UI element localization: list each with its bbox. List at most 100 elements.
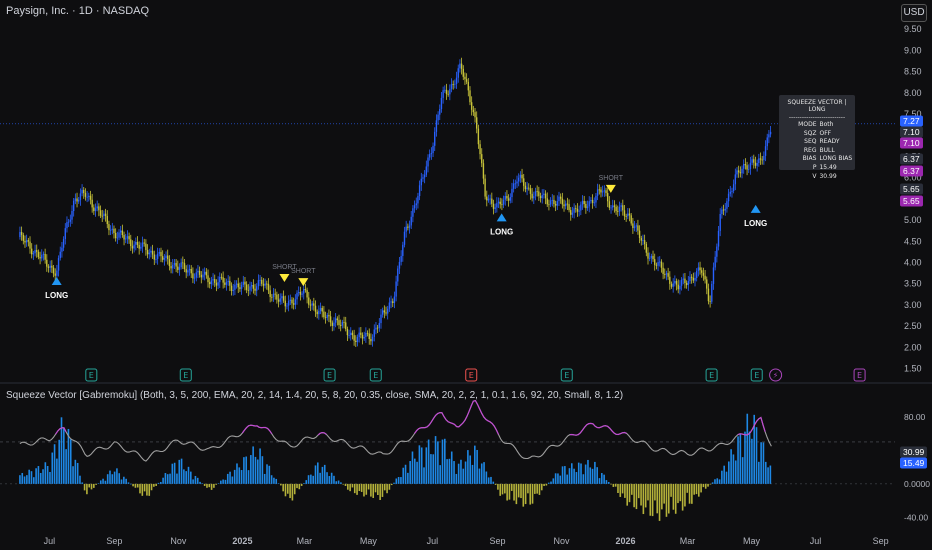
price-candle [67, 221, 70, 223]
osc-histogram-bar [702, 483, 705, 488]
price-candle [534, 191, 537, 197]
osc-histogram-bar [564, 466, 566, 484]
osc-histogram-bar [196, 477, 199, 484]
osc-histogram-bar [141, 483, 144, 496]
osc-histogram-bar [220, 480, 222, 484]
price-candle [261, 279, 263, 284]
price-candle [390, 301, 392, 303]
chart-canvas[interactable]: LONGSHORTSHORTLONGSHORTLONG E E E E E E E E ⚡ E 8… [0, 0, 932, 550]
price-candle [210, 280, 213, 285]
price-candle [734, 174, 737, 185]
price-axis-tick: 2.00 [904, 342, 922, 352]
osc-histogram-bar [570, 463, 573, 484]
osc-histogram-bar [584, 464, 587, 484]
indicator-title[interactable]: Squeeze Vector [Gabremoku] (Both, 3, 5, … [6, 390, 623, 401]
osc-histogram-bar [559, 475, 562, 484]
price-candle [398, 261, 401, 269]
osc-histogram-bar [561, 466, 564, 484]
price-candle [113, 228, 115, 233]
price-candle [417, 196, 419, 204]
price-candle [460, 63, 463, 69]
price-candle [768, 134, 770, 138]
event-marker[interactable]: E [853, 368, 866, 382]
osc-histogram-bar [714, 479, 716, 484]
price-candle [699, 267, 701, 271]
osc-histogram-bar [203, 483, 206, 486]
osc-histogram-bar [162, 477, 164, 484]
price-candle [551, 199, 553, 201]
osc-line-hot-segment [414, 399, 500, 435]
event-marker[interactable]: E [560, 368, 573, 382]
osc-histogram-bar [312, 475, 314, 484]
price-candle [679, 285, 681, 290]
price-label: 7.10 [900, 126, 923, 138]
osc-histogram-bar [201, 483, 204, 485]
price-candle [531, 193, 533, 199]
price-candle [499, 201, 501, 205]
price-candle [131, 246, 134, 249]
event-glyph: E [709, 371, 714, 380]
price-candle [375, 327, 377, 330]
price-candle [420, 178, 422, 186]
event-glyph: E [564, 371, 569, 380]
osc-line-hot-segment [241, 424, 273, 435]
osc-histogram-bar [617, 483, 619, 493]
price-candle [437, 114, 439, 121]
osc-histogram-bar [39, 472, 42, 484]
price-candle [704, 275, 706, 280]
price-candle [94, 208, 97, 212]
long-signal-label: LONG [490, 227, 513, 236]
price-candle [187, 270, 189, 273]
price-candle [32, 253, 35, 255]
osc-histogram-bar [28, 469, 30, 484]
osc-histogram-bar [510, 483, 513, 491]
symbol-title[interactable]: Paysign, Inc. · 1D · NASDAQ [6, 5, 149, 17]
event-marker[interactable]: E [323, 368, 336, 382]
event-marker[interactable]: ⚡ [769, 368, 783, 382]
osc-histogram-bar [360, 483, 363, 492]
price-candle [674, 281, 676, 284]
osc-histogram-bar [53, 444, 56, 484]
price-label-text: 7.10 [903, 138, 920, 148]
osc-histogram-bar [146, 483, 148, 496]
price-candle [215, 282, 218, 286]
price-candle [52, 267, 55, 274]
price-candle [682, 278, 684, 280]
price-label-text: 7.10 [903, 127, 920, 137]
panel-row-p: P 15.49 [779, 164, 855, 173]
price-candle [274, 293, 276, 295]
price-candle [741, 168, 743, 174]
price-candle [514, 183, 517, 185]
osc-histogram-bar [347, 483, 349, 490]
price-candle [180, 262, 182, 268]
osc-histogram-bar [746, 413, 749, 484]
osc-histogram-bar [229, 471, 231, 484]
price-candle [617, 211, 619, 212]
event-marker[interactable]: E [179, 368, 192, 382]
event-marker[interactable]: E [465, 368, 478, 382]
event-marker[interactable]: E [369, 368, 382, 382]
event-marker[interactable]: E [85, 368, 98, 382]
price-candle [323, 311, 325, 318]
time-axis-tick: 2025 [232, 536, 252, 546]
osc-histogram-bar [547, 482, 550, 484]
price-candle [523, 178, 525, 186]
price-candle [222, 277, 224, 283]
osc-histogram-bar [425, 447, 428, 484]
event-marker[interactable]: E [750, 368, 763, 382]
osc-histogram-bar [420, 447, 423, 484]
price-candle [554, 204, 557, 206]
price-candle [729, 191, 731, 194]
price-candle [407, 226, 409, 228]
currency-button[interactable]: USD [901, 4, 927, 22]
price-candle [517, 177, 520, 182]
price-candle [496, 203, 498, 208]
price-candle [217, 282, 219, 286]
osc-histogram-bar [497, 483, 499, 490]
event-marker[interactable]: E [705, 368, 718, 382]
osc-histogram-bar [439, 465, 441, 484]
price-candle [376, 327, 379, 329]
osc-histogram-bar [238, 467, 241, 484]
osc-histogram-bar [215, 483, 218, 485]
osc-histogram-bar [263, 473, 266, 484]
